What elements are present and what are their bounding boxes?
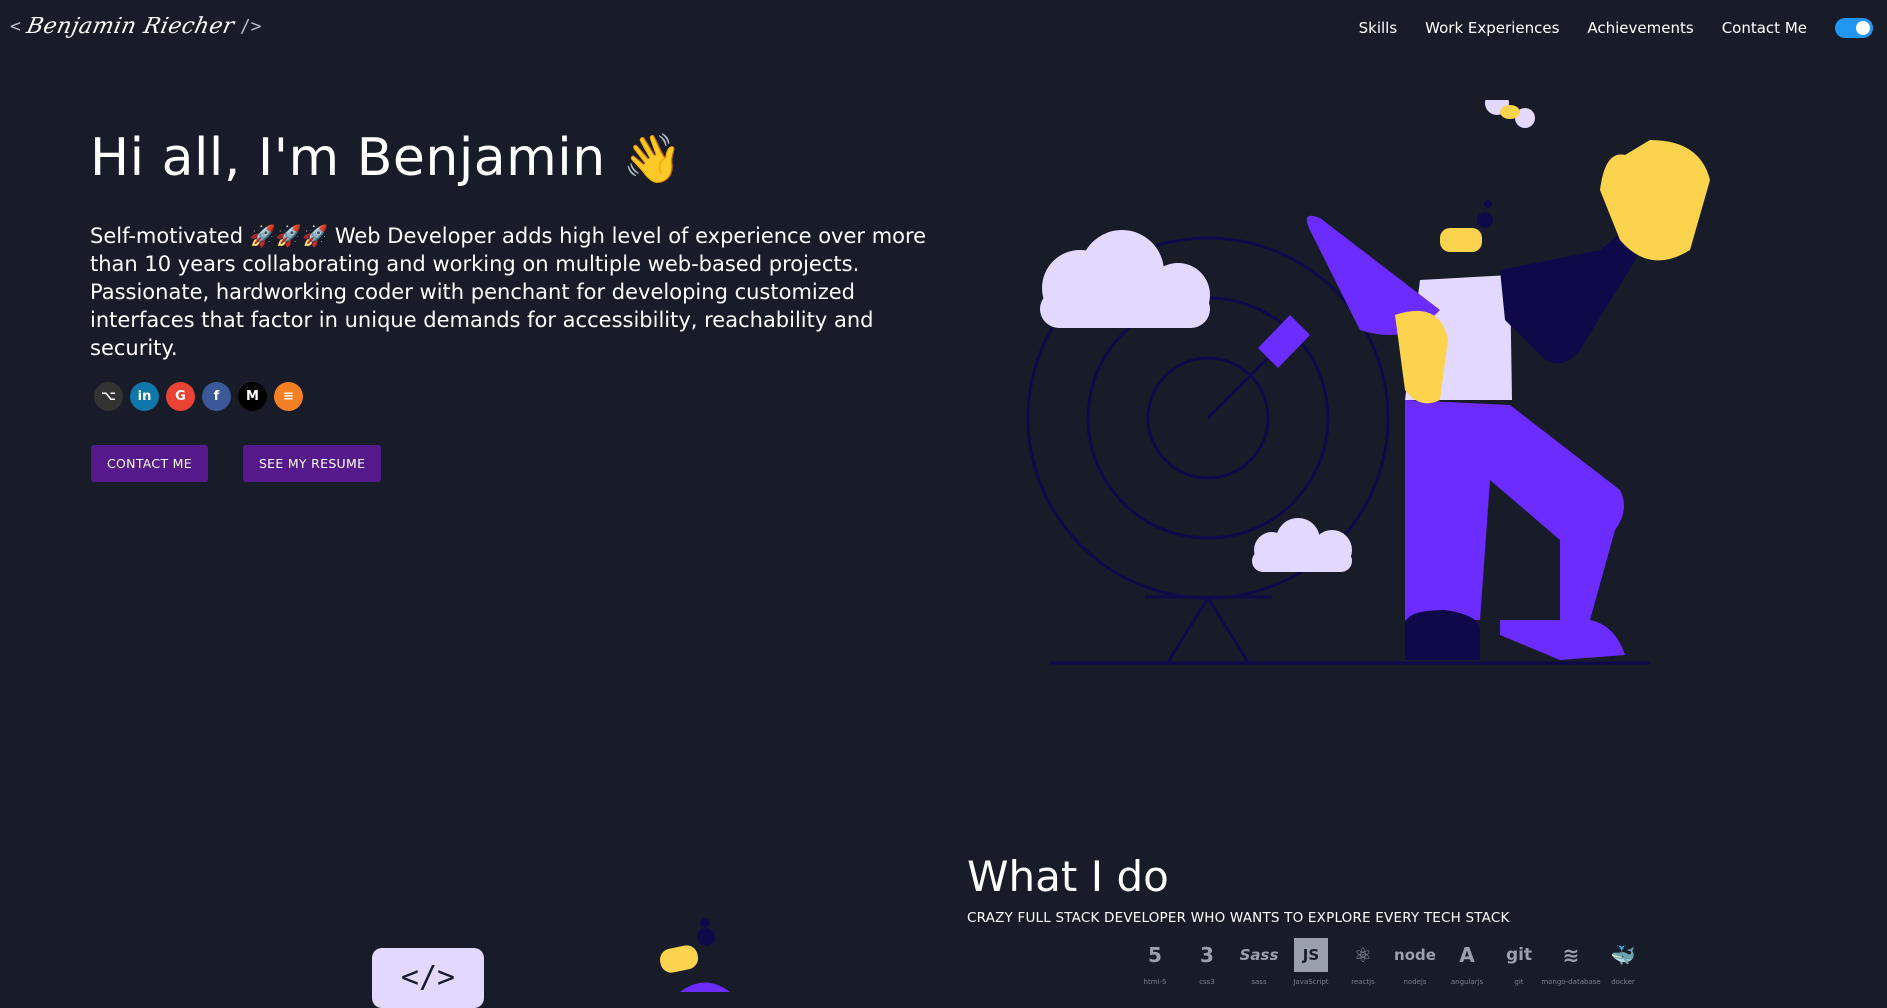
skill-name: docker xyxy=(1611,978,1635,986)
skill-name: nodejs xyxy=(1403,978,1427,986)
hero-title-text: Hi all, I'm Benjamin xyxy=(90,128,606,188)
database-skill: ≋ mongo-database xyxy=(1541,938,1600,986)
nav-skills[interactable]: Skills xyxy=(1359,19,1398,37)
skill-name: mongo-database xyxy=(1541,978,1601,986)
javascript-icon: JS xyxy=(1294,938,1328,972)
hero-title: Hi all, I'm Benjamin 👋 xyxy=(90,128,683,188)
wave-emoji-icon: 👋 xyxy=(622,131,684,187)
css3-icon: 3 xyxy=(1200,943,1214,967)
google-icon[interactable]: G xyxy=(166,382,195,411)
developer-illustration xyxy=(1026,100,1710,665)
logo-open-bracket: < xyxy=(10,16,21,37)
hero-buttons: CONTACT ME SEE MY RESUME xyxy=(91,445,416,482)
docker-skill: 🐳 docker xyxy=(1598,938,1648,986)
nav-achievements[interactable]: Achievements xyxy=(1587,19,1693,37)
nav-contact-me[interactable]: Contact Me xyxy=(1722,19,1807,37)
skill-name: html-5 xyxy=(1143,978,1167,986)
theme-toggle[interactable] xyxy=(1835,18,1873,38)
logo-close-bracket: /> xyxy=(239,16,262,37)
contact-me-button[interactable]: CONTACT ME xyxy=(91,445,208,482)
git-icon: git xyxy=(1505,945,1533,965)
facebook-icon[interactable]: f xyxy=(202,382,231,411)
javascript-skill: JS JavaScript xyxy=(1286,938,1336,986)
nodejs-icon: node xyxy=(1394,946,1436,964)
toggle-knob xyxy=(1856,21,1870,35)
what-i-do-subtitle: CRAZY FULL STACK DEVELOPER WHO WANTS TO … xyxy=(967,910,1510,926)
linkedin-icon[interactable]: in xyxy=(130,382,159,411)
skill-name: git xyxy=(1514,978,1524,986)
skill-name: angularjs xyxy=(1450,978,1484,986)
sass-skill: Sass sass xyxy=(1234,938,1284,986)
sass-icon: Sass xyxy=(1239,946,1279,964)
git-skill: git git xyxy=(1494,938,1544,986)
mini-figure-illustration xyxy=(659,918,730,992)
logo-signature: Benjamin Riecher xyxy=(24,14,237,39)
react-icon: ⚛ xyxy=(1354,943,1372,967)
social-links: ⌥ in G f M ≡ xyxy=(94,382,310,411)
skill-name: css3 xyxy=(1199,978,1215,986)
top-nav: Skills Work Experiences Achievements Con… xyxy=(1359,18,1887,38)
skill-name: reactjs xyxy=(1351,978,1375,986)
angular-icon: A xyxy=(1459,943,1475,967)
medium-icon[interactable]: M xyxy=(238,382,267,411)
skills-icons: 5 html-5 3 css3 Sass sass JS JavaScript ⚛ rea… xyxy=(1130,938,1650,986)
skill-name: JavaScript xyxy=(1293,978,1329,986)
html5-icon: 5 xyxy=(1148,943,1162,967)
skill-name: sass xyxy=(1251,978,1267,986)
nav-work-experiences[interactable]: Work Experiences xyxy=(1425,19,1559,37)
code-card: </> xyxy=(372,948,484,1008)
what-i-do-title: What I do xyxy=(967,852,1169,901)
css3-skill: 3 css3 xyxy=(1182,938,1232,986)
see-resume-button[interactable]: SEE MY RESUME xyxy=(242,445,382,482)
database-icon: ≋ xyxy=(1562,943,1580,967)
site-logo[interactable]: < Benjamin Riecher /> xyxy=(10,14,262,39)
angular-skill: Aangularjs xyxy=(1442,938,1492,986)
react-skill: ⚛ reactjs xyxy=(1338,938,1388,986)
github-icon[interactable]: ⌥ xyxy=(94,382,123,411)
stackoverflow-icon[interactable]: ≡ xyxy=(274,382,303,411)
nodejs-skill: node nodejs xyxy=(1390,938,1440,986)
docker-icon: 🐳 xyxy=(1610,943,1636,967)
hero-description: Self-motivated 🚀🚀🚀 Web Developer adds hi… xyxy=(90,224,927,360)
html5-skill: 5 html-5 xyxy=(1130,938,1180,986)
